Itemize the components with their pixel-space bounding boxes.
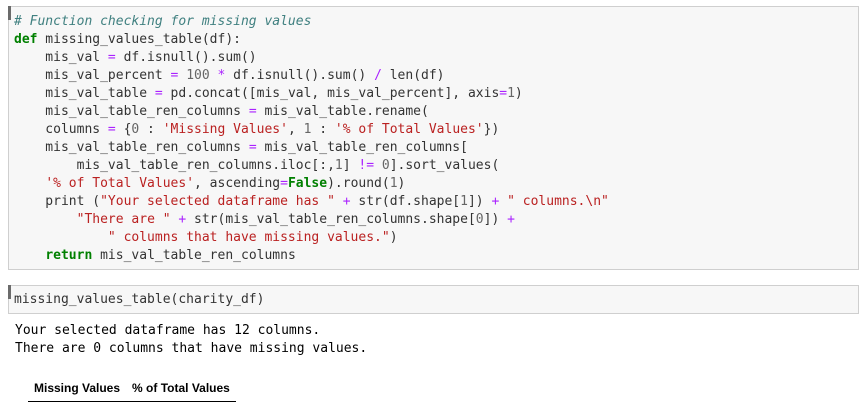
code-editor[interactable]: # Function checking for missing values d… bbox=[14, 13, 609, 265]
code-comment: # Function checking for missing values bbox=[14, 14, 312, 29]
code-text: : bbox=[139, 122, 163, 137]
code-string: '% of Total Values' bbox=[45, 176, 195, 191]
code-text: mis_val_table_ren_columns bbox=[92, 248, 296, 263]
code-text: ) bbox=[397, 176, 406, 191]
code-text: mis_val_table.rename( bbox=[256, 104, 429, 119]
cell-prompt-marker bbox=[8, 285, 11, 299]
code-text: str(df.shape[ bbox=[350, 194, 461, 209]
code-string: '% of Total Values' bbox=[334, 122, 484, 137]
code-string: " columns.\n" bbox=[507, 194, 609, 209]
code-text: mis_val bbox=[14, 50, 108, 65]
code-text: , ascending bbox=[194, 176, 281, 191]
code-line: mis_val_percent = 100 * df.isnull().sum(… bbox=[14, 68, 445, 83]
code-line: missing_values_table(charity_df) bbox=[14, 292, 264, 307]
code-text: ) bbox=[389, 230, 398, 245]
output-line: There are 0 columns that have missing va… bbox=[15, 341, 368, 356]
code-operator: != bbox=[358, 158, 375, 173]
code-number: 1 bbox=[460, 194, 468, 209]
code-text: { bbox=[115, 122, 132, 137]
code-keyword: def bbox=[14, 32, 38, 47]
code-line: columns = {0 : 'Missing Values', 1 : '% … bbox=[14, 122, 499, 137]
code-line: def missing_values_table(df): bbox=[14, 32, 241, 47]
table-header-row: Missing Values % of Total Values bbox=[28, 377, 236, 402]
code-text: df.isnull().sum() bbox=[225, 68, 375, 83]
code-number: 1 bbox=[507, 86, 515, 101]
code-number: 1 bbox=[334, 158, 343, 173]
code-line: "There are " + str(mis_val_table_ren_col… bbox=[14, 212, 515, 227]
code-text: len(df) bbox=[381, 68, 445, 83]
code-line: " columns that have missing values.") bbox=[14, 230, 398, 245]
code-text: : bbox=[311, 122, 335, 137]
code-text: missing_values_table(df): bbox=[37, 32, 241, 47]
code-operator: = bbox=[248, 104, 257, 119]
code-text: mis_val_percent bbox=[14, 68, 171, 83]
code-number: 1 bbox=[389, 176, 398, 191]
code-text: , bbox=[287, 122, 304, 137]
code-operator: = bbox=[499, 86, 508, 101]
code-string: "There are " bbox=[76, 212, 171, 227]
code-text: print ( bbox=[14, 194, 101, 209]
code-text: mis_val_table_ren_columns.iloc[:, bbox=[14, 158, 335, 173]
code-text: columns bbox=[14, 122, 108, 137]
code-string: "Your selected dataframe has " bbox=[100, 194, 335, 209]
code-line: mis_val_table_ren_columns.iloc[:,1] != 0… bbox=[14, 158, 500, 173]
code-editor[interactable]: missing_values_table(charity_df) bbox=[14, 291, 264, 309]
code-operator: = bbox=[280, 176, 288, 191]
code-line: return mis_val_table_ren_columns bbox=[14, 248, 296, 263]
code-text: ) bbox=[514, 86, 523, 101]
column-header-missing-values: Missing Values bbox=[28, 377, 127, 402]
code-cell-call[interactable]: missing_values_table(charity_df) bbox=[8, 285, 859, 314]
code-number: 0 bbox=[475, 212, 484, 227]
code-operator: / bbox=[374, 68, 382, 83]
cell-prompt-marker bbox=[8, 6, 11, 20]
code-operator: = bbox=[248, 140, 257, 155]
output-line: Your selected dataframe has 12 columns. bbox=[15, 323, 321, 338]
code-text: mis_val_table_ren_columns bbox=[14, 140, 249, 155]
code-text: ].sort_values( bbox=[389, 158, 500, 173]
code-text: ]) bbox=[467, 194, 492, 209]
code-number: 100 bbox=[186, 68, 210, 83]
code-line: '% of Total Values', ascending=False).ro… bbox=[14, 176, 405, 191]
code-operator: = bbox=[107, 122, 116, 137]
code-text: }) bbox=[483, 122, 500, 137]
code-line: # Function checking for missing values bbox=[14, 14, 311, 29]
code-text: ]) bbox=[483, 212, 508, 227]
code-number: 0 bbox=[381, 158, 390, 173]
cell-output-stream: Your selected dataframe has 12 columns. … bbox=[15, 322, 367, 358]
code-string: " columns that have missing values." bbox=[107, 230, 390, 245]
code-string: 'Missing Values' bbox=[162, 122, 288, 137]
code-operator: = bbox=[107, 50, 116, 65]
code-line: mis_val_table_ren_columns = mis_val_tabl… bbox=[14, 140, 468, 155]
code-text: ).round( bbox=[327, 176, 390, 191]
code-line: mis_val_table = pd.concat([mis_val, mis_… bbox=[14, 86, 523, 101]
code-text: pd.concat([mis_val, mis_val_percent], ax… bbox=[162, 86, 500, 101]
code-operator: = bbox=[154, 86, 163, 101]
code-operator: + bbox=[342, 194, 351, 209]
code-text: mis_val_table bbox=[14, 86, 155, 101]
code-line: mis_val = df.isnull().sum() bbox=[14, 50, 257, 65]
code-text: ] bbox=[342, 158, 359, 173]
dataframe-output-table: Missing Values % of Total Values bbox=[28, 377, 236, 402]
code-text: mis_val_table_ren_columns[ bbox=[256, 140, 468, 155]
code-cell-function[interactable]: # Function checking for missing values d… bbox=[8, 6, 859, 270]
code-text: df.isnull().sum() bbox=[115, 50, 257, 65]
code-text: str(mis_val_table_ren_columns.shape[ bbox=[186, 212, 476, 227]
code-keyword: False bbox=[287, 176, 328, 191]
code-operator: + bbox=[507, 212, 515, 227]
code-line: print ("Your selected dataframe has " + … bbox=[14, 194, 609, 209]
column-header-percent-total: % of Total Values bbox=[126, 377, 236, 402]
code-line: mis_val_table_ren_columns = mis_val_tabl… bbox=[14, 104, 429, 119]
code-keyword: return bbox=[45, 248, 93, 263]
code-text: mis_val_table_ren_columns bbox=[14, 104, 249, 119]
code-text: missing_values_table(charity_df) bbox=[14, 292, 265, 307]
